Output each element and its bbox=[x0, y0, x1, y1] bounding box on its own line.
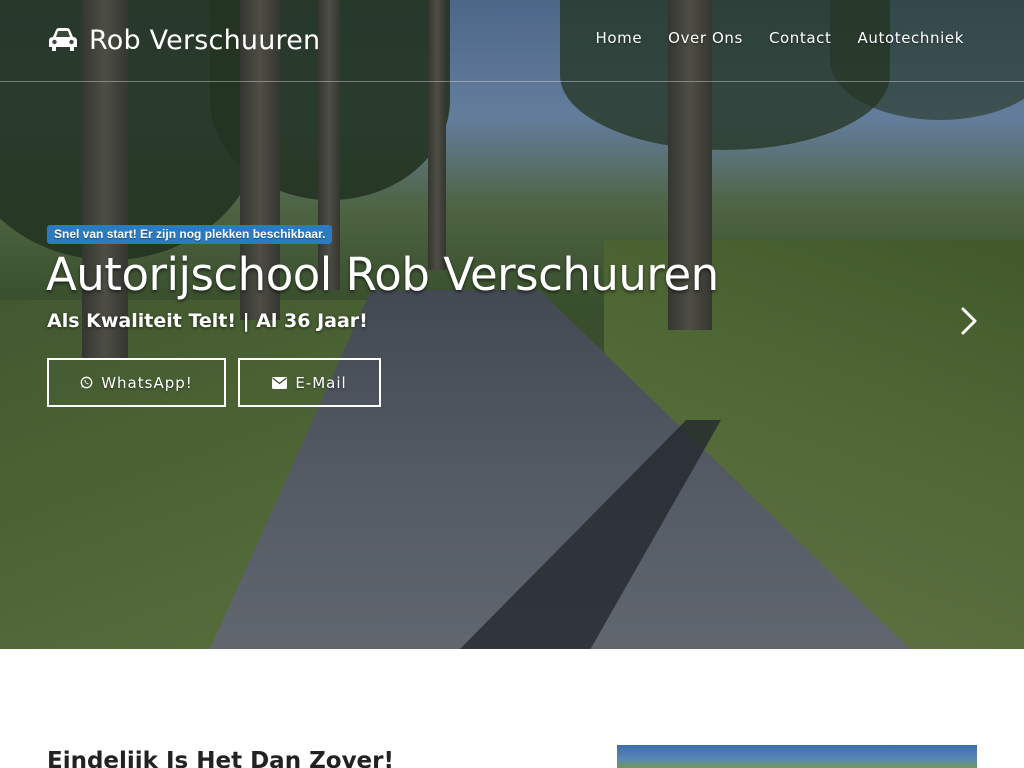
section-title: Eindelijk Is Het Dan Zover! bbox=[47, 748, 394, 768]
nav-autotechniek[interactable]: Autotechniek bbox=[858, 29, 964, 47]
hero-subtitle: Als Kwaliteit Telt! | Al 36 Jaar! bbox=[47, 310, 368, 332]
carousel-next-button[interactable] bbox=[957, 305, 981, 337]
nav-home[interactable]: Home bbox=[595, 29, 642, 47]
brand-text: Rob Verschuuren bbox=[89, 24, 321, 56]
envelope-icon bbox=[272, 376, 288, 389]
section-image bbox=[617, 745, 977, 768]
hero-slider: Rob Verschuuren Home Over Ons Contact Au… bbox=[0, 0, 1024, 649]
hero-title: Autorijschool Rob Verschuuren bbox=[46, 248, 719, 301]
email-label: E-Mail bbox=[295, 373, 347, 392]
chevron-right-icon bbox=[957, 307, 981, 341]
whatsapp-button[interactable]: WhatsApp! bbox=[47, 358, 226, 407]
email-button[interactable]: E-Mail bbox=[238, 358, 381, 407]
availability-badge: Snel van start! Er zijn nog plekken besc… bbox=[47, 225, 333, 244]
navbar: Rob Verschuuren Home Over Ons Contact Au… bbox=[0, 0, 1024, 82]
nav-contact[interactable]: Contact bbox=[769, 29, 832, 47]
whatsapp-icon bbox=[80, 376, 93, 389]
brand-link[interactable]: Rob Verschuuren bbox=[47, 22, 320, 58]
nav-links: Home Over Ons Contact Autotechniek bbox=[595, 29, 964, 47]
nav-over-ons[interactable]: Over Ons bbox=[668, 29, 743, 47]
whatsapp-label: WhatsApp! bbox=[101, 373, 193, 392]
car-icon bbox=[47, 27, 79, 53]
